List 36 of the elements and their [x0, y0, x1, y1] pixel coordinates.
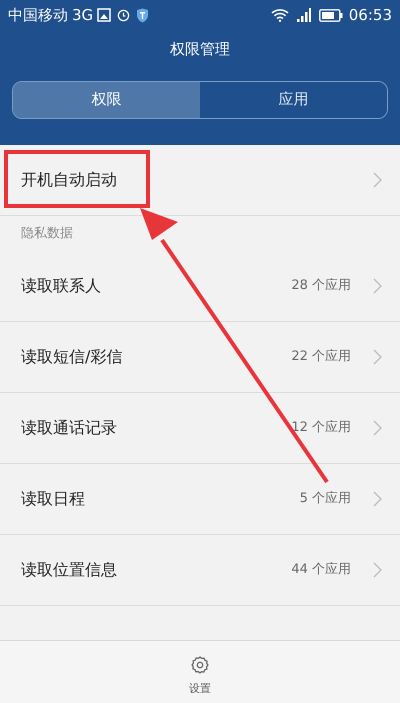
image-icon — [97, 8, 112, 22]
tab[interactable]: 权限 — [13, 82, 200, 118]
carrier-text: 中国移动 — [8, 4, 68, 26]
list-row[interactable]: 读取联系人 28 个应用 — [0, 251, 400, 322]
list-row[interactable]: 读取通话记录 12 个应用 — [0, 393, 400, 464]
list-row[interactable]: 读取位置信息 44 个应用 — [0, 535, 400, 606]
network-type: 3G — [72, 4, 94, 26]
row-label: 读取日程 — [21, 488, 86, 510]
chevron-icon — [373, 349, 382, 365]
chevron-icon — [373, 420, 382, 436]
list-row[interactable]: 读取短信/彩信 22 个应用 — [0, 322, 400, 393]
row-label: 读取联系人 — [21, 275, 102, 297]
settings-icon — [190, 655, 210, 675]
list-row[interactable]: 读取日程 5 个应用 — [0, 464, 400, 535]
section-header: 隐私数据 — [20, 224, 74, 243]
battery-icon — [318, 8, 343, 22]
app-count: 44 个应用 — [291, 561, 351, 580]
row-label: 开机自动启动 — [21, 169, 118, 191]
signal-icon — [296, 8, 311, 22]
chevron-icon — [373, 172, 382, 188]
settings-button[interactable]: 设置 — [189, 655, 211, 698]
screen-title: 权限管理 — [170, 39, 230, 60]
chevron-icon — [373, 562, 382, 578]
clock-time: 06:53 — [348, 4, 392, 26]
row-label: 读取位置信息 — [21, 559, 118, 581]
app-count: 12 个应用 — [291, 419, 351, 438]
app-count: 28 个应用 — [291, 277, 351, 296]
app-count: 22 个应用 — [291, 348, 351, 366]
chevron-icon — [373, 278, 382, 294]
row-label: 读取通话记录 — [21, 417, 118, 439]
row-label: 读取短信/彩信 — [21, 346, 124, 368]
clock-icon — [117, 8, 130, 22]
app-count: 5 个应用 — [300, 490, 351, 508]
chevron-icon — [373, 491, 382, 507]
shield-icon — [136, 8, 150, 22]
wifi-icon — [270, 8, 289, 22]
